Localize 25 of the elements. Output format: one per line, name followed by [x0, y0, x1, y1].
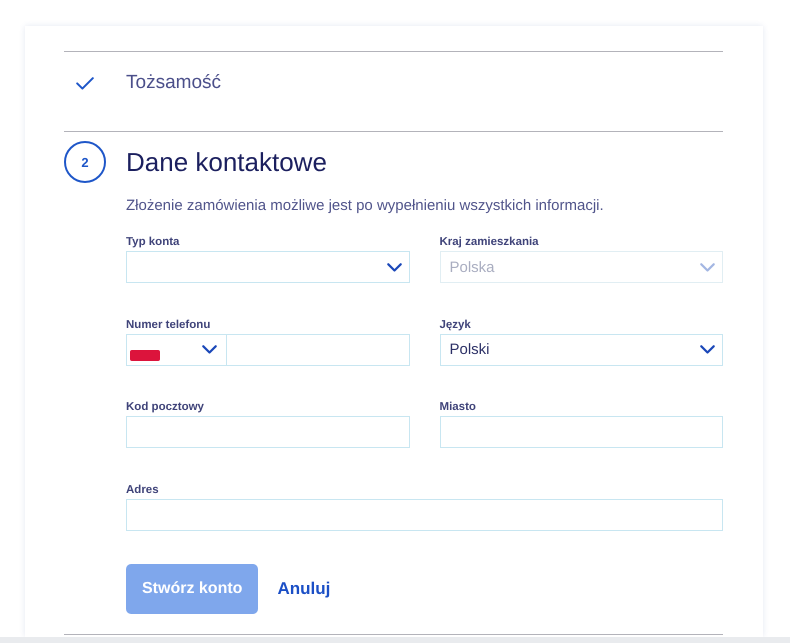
chevron-down-icon — [202, 345, 217, 354]
field-label: Adres — [126, 482, 160, 496]
field-label: Kod pocztowy — [126, 400, 205, 414]
step-number: 2 — [64, 141, 106, 183]
input-field[interactable] — [126, 498, 723, 530]
flag-icon — [130, 350, 160, 360]
description-text: Złożenie zamówienia możliwe jest po wypełnieniu wszystkich informacji. — [126, 196, 605, 216]
input-field[interactable] — [126, 416, 410, 448]
field-label: Język — [440, 318, 472, 332]
dropdown-field[interactable]: Polski — [440, 334, 723, 366]
chevron-down-icon — [700, 262, 715, 272]
check-icon — [76, 76, 94, 90]
chevron-down-icon — [700, 345, 715, 354]
step-title: Tożsamość — [126, 71, 222, 95]
dropdown-field[interactable] — [126, 251, 410, 283]
field-label: Typ konta — [126, 235, 180, 249]
country-code-select[interactable] — [126, 334, 227, 366]
field-label: Miasto — [440, 400, 477, 414]
field-label: Numer telefonu — [126, 318, 212, 332]
chevron-down-icon — [386, 262, 402, 272]
section-title: Dane kontaktowe — [126, 146, 327, 179]
cancel-link[interactable]: Anuluj — [277, 578, 330, 598]
phone-number-field[interactable] — [226, 334, 410, 366]
input-field[interactable] — [440, 416, 723, 448]
field-label: Kraj zamieszkania — [440, 235, 540, 249]
